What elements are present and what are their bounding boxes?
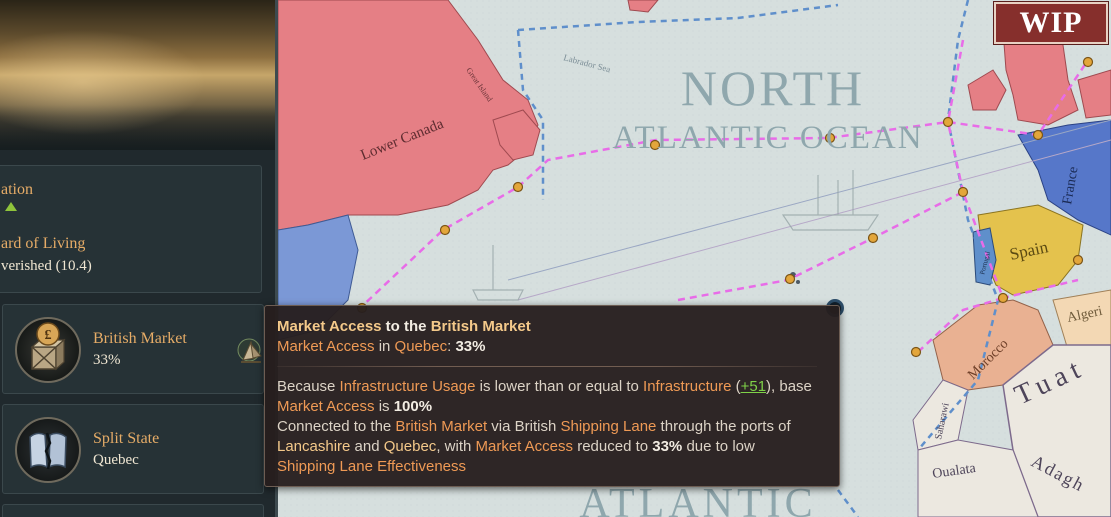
market-crate-icon: £ <box>15 317 81 383</box>
tt-b1-b[interactable]: Infrastructure Usage <box>340 378 476 395</box>
standard-of-living-label[interactable]: ard of Living <box>1 235 85 253</box>
tooltip-subtitle: Market Access in Quebec: 33% <box>277 338 485 355</box>
port-marker <box>997 292 1009 304</box>
tt-b4-f: reduced to <box>573 438 653 455</box>
shipping-lane-icon[interactable] <box>237 338 265 366</box>
market-access-percent: 33% <box>93 352 121 368</box>
tooltip-divider <box>277 366 817 367</box>
tt-sub-b: in <box>374 338 395 355</box>
tooltip-body-5: Shipping Lane Effectiveness <box>277 458 466 475</box>
tt-b1-f[interactable]: +51 <box>741 378 766 395</box>
tooltip-title: Market Access to the British Market <box>277 318 531 335</box>
state-info-card: ation ard of Living verished (10.4) <box>0 165 262 293</box>
tt-b1-e: ( <box>731 378 741 395</box>
market-card[interactable]: £ British Market 33% <box>2 304 264 394</box>
tt-title-c[interactable]: British Market <box>431 318 531 335</box>
tt-b3-a: Connected to the <box>277 418 396 435</box>
split-state-card[interactable]: Split State Quebec <box>2 404 264 494</box>
split-state-icon <box>15 417 81 483</box>
next-card[interactable] <box>2 504 264 517</box>
label-atlantic-ocean: ATLANTIC OCEAN <box>612 120 923 156</box>
port-marker <box>942 116 954 128</box>
tt-sub-c[interactable]: Quebec <box>395 338 448 355</box>
tt-b3-e: through the ports of <box>656 418 791 435</box>
tooltip-body-4: Lancashire and Quebec, with Market Acces… <box>277 438 755 455</box>
tt-title-b: to the <box>381 318 431 335</box>
standard-of-living-value: verished (10.4) <box>1 258 92 274</box>
tt-b1-a: Because <box>277 378 340 395</box>
port-marker <box>957 186 969 198</box>
tt-b4-a[interactable]: Lancashire <box>277 438 350 455</box>
tt-b3-b[interactable]: British Market <box>395 418 487 435</box>
tt-sub-e: 33% <box>455 338 486 355</box>
port-marker <box>439 224 451 236</box>
tt-b2-b: is <box>374 398 394 415</box>
port-marker <box>1032 129 1044 141</box>
market-name[interactable]: British Market <box>93 330 187 348</box>
info-label-1: ation <box>1 181 33 198</box>
tt-b3-d[interactable]: Shipping Lane <box>560 418 656 435</box>
tt-b5-a[interactable]: Shipping Lane Effectiveness <box>277 458 466 475</box>
port-marker <box>910 346 922 358</box>
tooltip-body-3: Connected to the British Market via Brit… <box>277 418 791 435</box>
port-marker <box>867 232 879 244</box>
port-marker <box>784 273 796 285</box>
tt-b4-g: 33% <box>652 438 683 455</box>
tt-b4-c[interactable]: Quebec <box>384 438 437 455</box>
tt-b1-g: ), base <box>766 378 812 395</box>
label-north: NORTH <box>681 60 865 116</box>
wip-badge: WIP <box>994 2 1108 44</box>
tt-b4-d: , with <box>436 438 476 455</box>
tt-b3-c: via British <box>487 418 561 435</box>
tt-b1-c: is lower than or equal to <box>475 378 644 395</box>
svg-text:£: £ <box>45 328 52 343</box>
tooltip-body-1: Because Infrastructure Usage is lower th… <box>277 378 812 395</box>
split-state-value[interactable]: Quebec <box>93 452 139 469</box>
trend-up-icon <box>5 202 17 211</box>
tt-b4-h: due to low <box>682 438 755 455</box>
left-panel: ation ard of Living verished (10.4) £ Br… <box>0 0 278 517</box>
tt-b4-b: and <box>350 438 384 455</box>
tooltip-body-2: Market Access is 100% <box>277 398 432 415</box>
port-marker <box>1082 56 1094 68</box>
tt-b1-d[interactable]: Infrastructure <box>643 378 731 395</box>
port-marker <box>1072 254 1084 266</box>
tt-b4-e[interactable]: Market Access <box>476 438 574 455</box>
market-access-tooltip: Market Access to the British Market Mark… <box>264 305 840 487</box>
split-state-label[interactable]: Split State <box>93 430 159 448</box>
tt-title-a[interactable]: Market Access <box>277 318 382 335</box>
tt-b2-c: 100% <box>393 398 433 415</box>
tt-sub-a[interactable]: Market Access <box>277 338 375 355</box>
port-marker <box>512 181 524 193</box>
state-painting <box>0 0 275 150</box>
tt-b2-a[interactable]: Market Access <box>277 398 375 415</box>
